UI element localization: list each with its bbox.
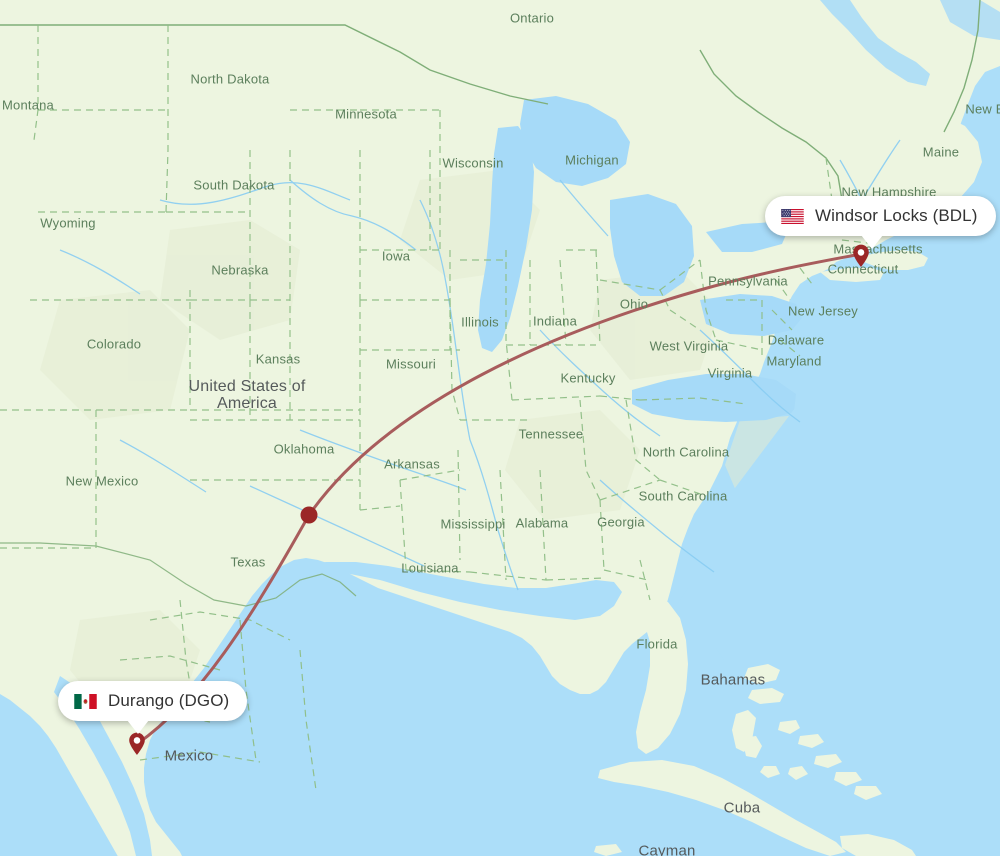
- map-canvas: [0, 0, 1000, 856]
- tooltip-pointer: [127, 720, 149, 734]
- pin-icon: [129, 732, 145, 755]
- origin-tooltip-label: Durango (DGO): [108, 691, 230, 710]
- waypoint-marker-dot[interactable]: [300, 506, 318, 524]
- destination-tooltip-label: Windsor Locks (BDL): [815, 206, 978, 225]
- us-flag-icon: [781, 208, 804, 224]
- destination-tooltip[interactable]: Windsor Locks (BDL): [765, 196, 996, 249]
- origin-tooltip[interactable]: Durango (DGO): [58, 681, 248, 734]
- mx-flag-icon: [74, 693, 97, 709]
- origin-marker-pin[interactable]: [128, 732, 146, 756]
- flight-route-map[interactable]: Montana North Dakota Minnesota Wisconsin Mic…: [0, 0, 1000, 856]
- tooltip-pointer: [861, 235, 883, 249]
